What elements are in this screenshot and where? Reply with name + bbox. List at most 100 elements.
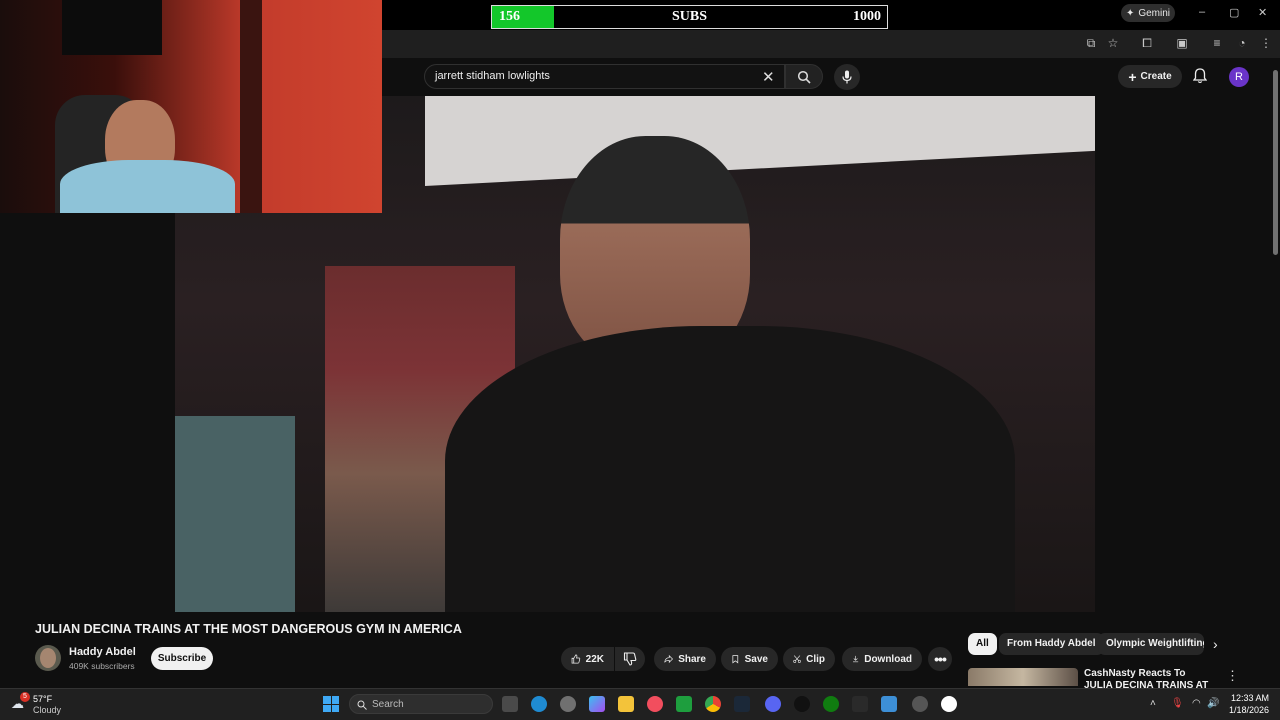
search-query: jarrett stidham lowlights [435, 70, 550, 82]
channel-subscriber-count: 409K subscribers [69, 661, 135, 671]
volume-icon[interactable]: 🔊 [1207, 698, 1219, 709]
chip-all[interactable]: All [968, 633, 997, 655]
microphone-icon [842, 70, 852, 84]
windows-start-icon[interactable] [323, 696, 339, 712]
scissors-icon [793, 655, 801, 663]
close-window-button[interactable]: ✕ [1258, 6, 1267, 19]
channel-name[interactable]: Haddy Abdel [69, 646, 136, 658]
g-hub-icon[interactable] [794, 696, 810, 712]
gemini-button[interactable]: ✦ Gemini [1121, 4, 1175, 22]
edge-icon[interactable] [531, 696, 547, 712]
create-button[interactable]: + Create [1118, 65, 1182, 88]
recommendation-thumbnail[interactable] [968, 668, 1078, 686]
weather-temperature[interactable]: 57°F [33, 694, 52, 704]
more-actions-button[interactable]: ••• [928, 647, 952, 671]
create-label: Create [1140, 71, 1172, 82]
video-backdrop-light [425, 96, 1095, 186]
webcam-overlay [0, 0, 382, 213]
copilot-icon[interactable] [589, 696, 605, 712]
channel-avatar-face [40, 648, 56, 668]
gemini-label: Gemini [1138, 7, 1171, 19]
subs-goal-bar: 156 SUBS 1000 [491, 5, 888, 29]
wifi-icon[interactable]: ◠ [1192, 698, 1201, 709]
notifications-button[interactable] [1192, 68, 1208, 89]
subs-goal: 1000 [853, 9, 881, 24]
music-app-icon[interactable] [647, 696, 663, 712]
chrome-icon[interactable] [705, 696, 721, 712]
more-horizontal-icon: ••• [934, 651, 947, 667]
thumbs-down-icon [623, 652, 637, 666]
video-backdrop-fridge [175, 416, 295, 612]
weather-description[interactable]: Cloudy [33, 705, 61, 715]
clip-button[interactable]: Clip [783, 647, 835, 671]
unreal-engine-icon[interactable] [941, 696, 957, 712]
chip-olympic-weightlifting[interactable]: Olympic Weightlifting [1098, 633, 1204, 655]
weather-badge: 5 [20, 692, 30, 702]
taskbar-search[interactable]: Search [349, 694, 493, 714]
channel-avatar[interactable] [35, 645, 61, 671]
share-icon [664, 654, 674, 664]
thumbs-up-icon [571, 654, 581, 664]
xbox-icon[interactable] [823, 696, 839, 712]
more-vertical-icon[interactable]: ⋮ [1226, 668, 1239, 684]
taskbar-search-label: Search [372, 699, 404, 710]
recommendation-title[interactable]: CashNasty Reacts To JULIA DECINA TRAINS … [1084, 668, 1214, 688]
maximize-button[interactable]: ▢ [1229, 6, 1239, 19]
page-scrollbar[interactable] [1271, 58, 1280, 685]
search-input[interactable]: jarrett stidham lowlights [424, 64, 785, 89]
webcam-person-hoodie [60, 160, 235, 213]
task-view-icon[interactable] [502, 696, 518, 712]
menu-dots-icon[interactable]: ⋮ [1259, 36, 1273, 50]
sparkle-icon: ✦ [1125, 7, 1135, 19]
microphone-muted-icon[interactable]: 🎙 [1171, 698, 1184, 709]
photos-icon[interactable] [881, 696, 897, 712]
share-label: Share [678, 653, 706, 665]
minimize-button[interactable]: – [1199, 6, 1205, 18]
subscribe-button[interactable]: Subscribe [151, 647, 213, 670]
extensions-icon[interactable]: ⧠ [1140, 36, 1154, 50]
clear-search-icon[interactable]: ✕ [762, 68, 775, 86]
like-count: 22K [585, 653, 604, 665]
plus-icon: + [1128, 68, 1137, 85]
save-button[interactable]: Save [721, 647, 778, 671]
clip-label: Clip [806, 653, 825, 665]
obs-icon[interactable] [912, 696, 928, 712]
like-button[interactable]: 22K [561, 647, 614, 671]
bookmark-icon [732, 655, 739, 664]
cast-icon[interactable]: ⧉ [1084, 36, 1098, 50]
video-subject-body [445, 326, 1015, 612]
settings-gear-icon[interactable] [560, 696, 576, 712]
clock-time[interactable]: 12:33 AM [1225, 693, 1269, 703]
search-icon [357, 700, 367, 710]
video-title: JULIAN DECINA TRAINS AT THE MOST DANGERO… [35, 622, 462, 636]
subs-current: 156 [499, 9, 520, 24]
clock-date[interactable]: 1/18/2026 [1221, 705, 1269, 715]
scrollbar-thumb[interactable] [1273, 70, 1278, 255]
voice-search-button[interactable] [834, 64, 860, 90]
dislike-button[interactable] [615, 647, 645, 671]
reading-list-icon[interactable]: ≡ [1210, 36, 1224, 50]
steam-icon[interactable] [734, 696, 750, 712]
tab-search-icon[interactable]: ▣ [1175, 36, 1189, 50]
chevron-right-icon[interactable]: › [1213, 636, 1218, 652]
share-button[interactable]: Share [654, 647, 716, 671]
bell-icon [1192, 68, 1208, 84]
webcam-door [240, 0, 262, 213]
subs-label: SUBS [672, 9, 708, 24]
app-icon[interactable] [852, 696, 868, 712]
discord-icon[interactable] [765, 696, 781, 712]
profile-icon[interactable]: ◔ [1235, 36, 1249, 50]
file-explorer-icon[interactable] [618, 696, 634, 712]
save-label: Save [744, 653, 768, 665]
search-button[interactable] [785, 64, 823, 89]
bookmark-star-icon[interactable]: ☆ [1106, 36, 1120, 50]
account-avatar[interactable]: R [1229, 67, 1249, 87]
download-label: Download [864, 653, 912, 665]
chip-from-channel[interactable]: From Haddy Abdel [999, 633, 1104, 655]
download-button[interactable]: Download [842, 647, 922, 671]
windows-taskbar [0, 688, 1280, 720]
spreadsheet-icon[interactable] [676, 696, 692, 712]
chevron-up-icon[interactable]: ˄ [1150, 698, 1156, 709]
download-icon [853, 655, 859, 663]
search-icon [797, 70, 811, 84]
